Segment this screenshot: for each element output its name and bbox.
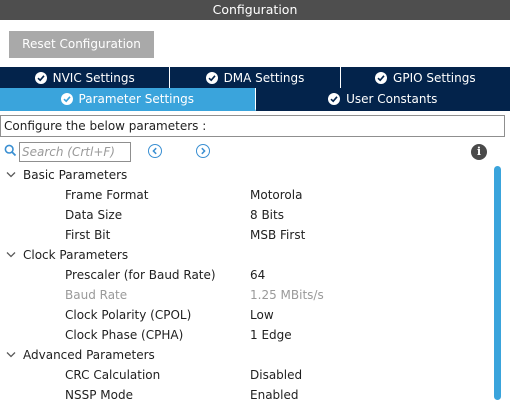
param-name: First Bit	[65, 228, 111, 242]
param-name: NSSP Mode	[65, 388, 133, 400]
vertical-scrollbar[interactable]	[494, 166, 502, 400]
tab-nvic-settings[interactable]: NVIC Settings	[0, 67, 171, 88]
search-input[interactable]	[19, 142, 131, 162]
check-circle-icon	[205, 71, 218, 84]
param-value[interactable]: Disabled	[250, 365, 302, 385]
group-label: Clock Parameters	[23, 248, 129, 262]
info-icon[interactable]: i	[471, 144, 487, 160]
param-value[interactable]: 64	[250, 265, 265, 285]
param-row-prescaler[interactable]: Prescaler (for Baud Rate) 64	[0, 265, 492, 285]
chevron-left-icon	[152, 147, 157, 155]
tab-parameter-settings[interactable]: Parameter Settings	[0, 88, 256, 111]
tab-bar-bottom: Parameter Settings User Constants	[0, 88, 510, 111]
search-previous-button[interactable]	[148, 144, 162, 158]
param-row-first-bit[interactable]: First Bit MSB First	[0, 225, 492, 245]
check-circle-icon	[328, 92, 341, 105]
group-clock-parameters[interactable]: Clock Parameters	[0, 245, 492, 265]
param-value[interactable]: MSB First	[250, 225, 305, 245]
window-title: Configuration	[0, 0, 510, 20]
param-row-crc-calculation[interactable]: CRC Calculation Disabled	[0, 365, 492, 385]
parameter-tree: Basic Parameters Frame Format Motorola D…	[0, 165, 492, 400]
param-row-frame-format[interactable]: Frame Format Motorola	[0, 185, 492, 205]
group-advanced-parameters[interactable]: Advanced Parameters	[0, 345, 492, 365]
chevron-right-icon	[201, 147, 206, 155]
tab-gpio-settings[interactable]: GPIO Settings	[340, 67, 510, 88]
scrollbar-thumb[interactable]	[494, 166, 501, 400]
reset-configuration-button[interactable]: Reset Configuration	[9, 31, 154, 58]
param-name: Clock Phase (CPHA)	[65, 328, 184, 342]
chevron-down-icon	[6, 172, 16, 178]
tab-user-constants[interactable]: User Constants	[255, 88, 510, 111]
param-row-nssp-mode[interactable]: NSSP Mode Enabled	[0, 385, 492, 400]
param-value[interactable]: Enabled	[250, 385, 299, 400]
tab-label: User Constants	[346, 91, 438, 106]
tab-label: NVIC Settings	[52, 70, 135, 85]
group-basic-parameters[interactable]: Basic Parameters	[0, 165, 492, 185]
param-value[interactable]: 8 Bits	[250, 205, 284, 225]
param-value[interactable]: 1 Edge	[250, 325, 292, 345]
param-value: 1.25 MBits/s	[250, 288, 324, 302]
param-name: Clock Polarity (CPOL)	[65, 308, 192, 322]
param-name: CRC Calculation	[65, 368, 161, 382]
search-icon	[4, 144, 17, 160]
group-label: Basic Parameters	[23, 168, 128, 182]
param-name: Data Size	[65, 208, 123, 222]
chevron-down-icon	[6, 352, 16, 358]
param-name: Frame Format	[65, 188, 149, 202]
param-row-data-size[interactable]: Data Size 8 Bits	[0, 205, 492, 225]
tab-dma-settings[interactable]: DMA Settings	[170, 67, 341, 88]
tab-label: DMA Settings	[223, 70, 305, 85]
param-row-clock-polarity[interactable]: Clock Polarity (CPOL) Low	[0, 305, 492, 325]
search-next-button[interactable]	[196, 144, 210, 158]
configure-parameters-label: Configure the below parameters :	[0, 115, 505, 137]
param-value[interactable]: Low	[250, 305, 274, 325]
search-bar: i	[0, 141, 510, 163]
param-row-baud-rate: Baud Rate 1.25 MBits/s	[0, 285, 492, 305]
check-circle-icon	[60, 92, 73, 105]
tab-label: Parameter Settings	[78, 91, 194, 106]
tab-label: GPIO Settings	[393, 70, 476, 85]
check-circle-icon	[375, 71, 388, 84]
param-row-clock-phase[interactable]: Clock Phase (CPHA) 1 Edge	[0, 325, 492, 345]
tab-bar-top: NVIC Settings DMA Settings GPIO Settings	[0, 67, 510, 88]
param-value[interactable]: Motorola	[250, 185, 302, 205]
param-name: Baud Rate	[65, 288, 128, 302]
group-label: Advanced Parameters	[23, 348, 155, 362]
chevron-down-icon	[6, 252, 16, 258]
check-circle-icon	[34, 71, 47, 84]
param-name: Prescaler (for Baud Rate)	[65, 268, 216, 282]
